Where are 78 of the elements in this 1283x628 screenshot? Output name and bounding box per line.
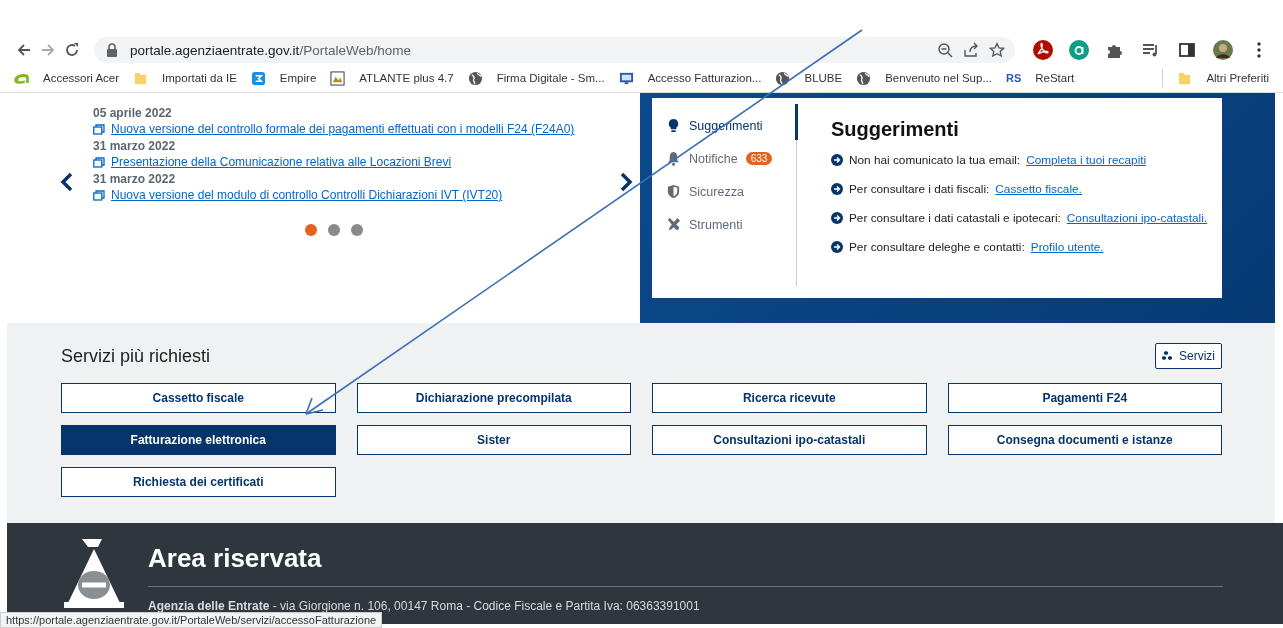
status-url: https://portale.agenziaentrate.gov.it/PortaleWeb/servizi/accessoFatturazione: [0, 612, 383, 628]
panel-tab[interactable]: Sicurezza: [666, 184, 796, 199]
service-button[interactable]: Ricerca ricevute: [652, 383, 927, 413]
arrow-circle-icon: [831, 183, 843, 195]
chevron-right-icon[interactable]: [618, 171, 634, 193]
service-button[interactable]: Cassetto fiscale: [61, 383, 336, 413]
news-link[interactable]: Presentazione della Comunicazione relativa alle Locazioni Brevi: [111, 155, 452, 169]
count-badge: 633: [745, 152, 773, 165]
window-icon: [93, 123, 105, 135]
globe-icon: [775, 70, 791, 86]
tools-icon: [666, 217, 681, 232]
bookmark-link[interactable]: ATLANTE plus 4.7: [359, 72, 454, 84]
address-bar[interactable]: portale.agenziaentrate.gov.it/PortaleWeb/home: [94, 37, 1015, 63]
tip-text: Non hai comunicato la tua email:: [849, 153, 1021, 167]
panel-tab[interactable]: Strumenti: [666, 217, 796, 232]
arrow-circle-icon: [831, 154, 843, 166]
service-button[interactable]: Pagamenti F24: [947, 383, 1222, 413]
tip-link[interactable]: Completa i tuoi recapiti: [1026, 153, 1147, 167]
bookmark-link[interactable]: BLUBE: [804, 72, 843, 84]
tip-text: Per consultare i dati catastali e ipotecari:: [849, 211, 1061, 225]
section-title: Servizi più richiesti: [61, 345, 211, 367]
footer-address: Agenzia delle Entrate - via Giorgione n. 106, 00147 Roma - Codice Fiscale e Partita Iva: 06363391001: [148, 599, 701, 613]
globe-icon: [856, 70, 872, 86]
news-link[interactable]: Nuova versione del modulo di controllo Controlli Dichiarazioni IVT (IVT20): [111, 188, 503, 202]
lock-icon: [104, 42, 120, 58]
star-icon[interactable]: [989, 42, 1005, 58]
acer-logo-icon: [14, 72, 29, 84]
news-link[interactable]: Nuova versione del controllo formale dei pagamenti effettuati con i modelli F24 (F24A0): [111, 122, 575, 136]
window-icon: [93, 189, 105, 201]
image-icon: [330, 70, 346, 86]
tip-text: Per consultare i dati fiscali:: [849, 182, 990, 196]
app-icon: [250, 70, 266, 86]
service-button[interactable]: Fatturazione elettronica: [61, 425, 336, 455]
bookmark-link[interactable]: Accesso Fatturazion...: [647, 72, 762, 84]
window-icon: [93, 156, 105, 168]
service-button[interactable]: Sister: [356, 425, 631, 455]
extension-circle-icon[interactable]: [1068, 39, 1090, 61]
panel-tab[interactable]: Notifiche 633: [666, 151, 796, 166]
tip-link[interactable]: Cassetto fiscale.: [995, 182, 1082, 196]
share-icon[interactable]: [963, 42, 979, 58]
monitor-icon: [618, 70, 634, 86]
bell-icon: [666, 151, 681, 166]
bookmark-link[interactable]: Empire: [279, 72, 317, 84]
tip-link[interactable]: Profilo utente.: [1030, 240, 1104, 254]
service-button[interactable]: Consegna documenti e istanze: [947, 425, 1222, 455]
bookmark-logo: RS: [1005, 72, 1022, 84]
carousel-dot[interactable]: [350, 224, 363, 236]
folder-icon: [133, 70, 149, 86]
bookmark-link[interactable]: ReStart: [1035, 72, 1075, 84]
bookmark-folder[interactable]: Altri Preferiti: [1206, 72, 1269, 84]
avatar-icon[interactable]: [1212, 39, 1234, 61]
services-button[interactable]: Servizi: [1155, 343, 1222, 369]
folder-icon: [1177, 70, 1193, 86]
shield-icon: [666, 184, 681, 199]
bookmark-link[interactable]: Benvenuto nel Sup...: [885, 72, 992, 84]
bookmark-link[interactable]: Firma Digitale - Sm...: [496, 72, 605, 84]
tip-link[interactable]: Consultazioni ipo-catastali.: [1066, 211, 1208, 225]
service-button[interactable]: Dichiarazione precompilata: [356, 383, 631, 413]
footer-title: Area riservata: [148, 543, 1223, 587]
news-date: 31 marzo 2022: [93, 172, 177, 186]
lightbulb-icon: [666, 118, 681, 133]
panel-title: Suggerimenti: [831, 118, 960, 141]
service-button[interactable]: Consultazioni ipo-catastali: [652, 425, 927, 455]
zoom-out-icon[interactable]: [937, 42, 953, 58]
news-date: 31 marzo 2022: [93, 139, 177, 153]
carousel-dot[interactable]: [304, 224, 317, 236]
pdf-icon[interactable]: [1032, 39, 1054, 61]
tip-text: Per consultare deleghe e contatti:: [849, 240, 1025, 254]
service-button[interactable]: Richiesta dei certificati: [61, 467, 336, 497]
arrow-circle-icon: [831, 212, 843, 224]
cubes-icon: [1162, 350, 1174, 362]
globe-icon: [467, 70, 483, 86]
news-date: 05 aprile 2022: [93, 106, 173, 120]
carousel-dot[interactable]: [327, 224, 340, 236]
chevron-left-icon[interactable]: [59, 171, 75, 193]
arrow-circle-icon: [831, 241, 843, 253]
bookmark-link[interactable]: Importati da IE: [162, 72, 237, 84]
bookmark-link[interactable]: Accessori Acer: [43, 72, 120, 84]
